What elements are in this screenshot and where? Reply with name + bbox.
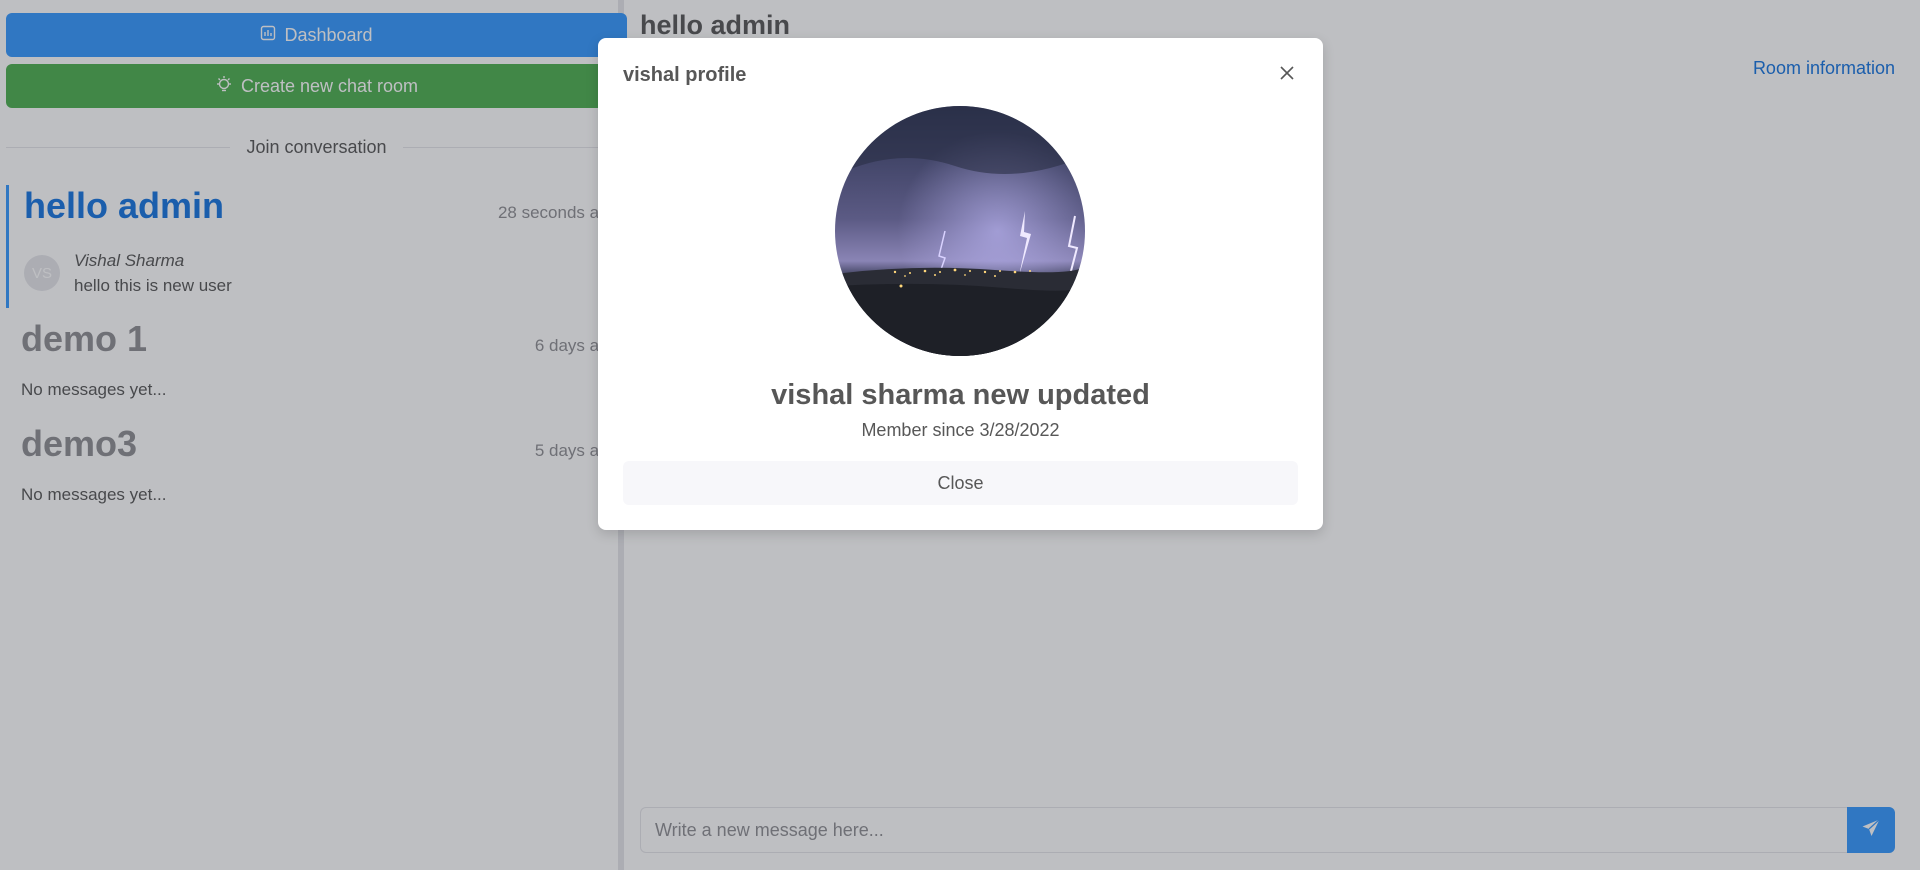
- close-button[interactable]: Close: [623, 461, 1298, 505]
- member-since: Member since 3/28/2022: [861, 420, 1060, 440]
- close-icon: [1280, 65, 1294, 85]
- profile-modal: vishal profile vishal sharma new updated…: [598, 38, 1323, 530]
- modal-title: vishal profile: [623, 64, 747, 86]
- profile-avatar: [835, 106, 1085, 356]
- modal-close-button[interactable]: [1276, 64, 1298, 86]
- profile-name: vishal sharma new updated: [771, 379, 1150, 411]
